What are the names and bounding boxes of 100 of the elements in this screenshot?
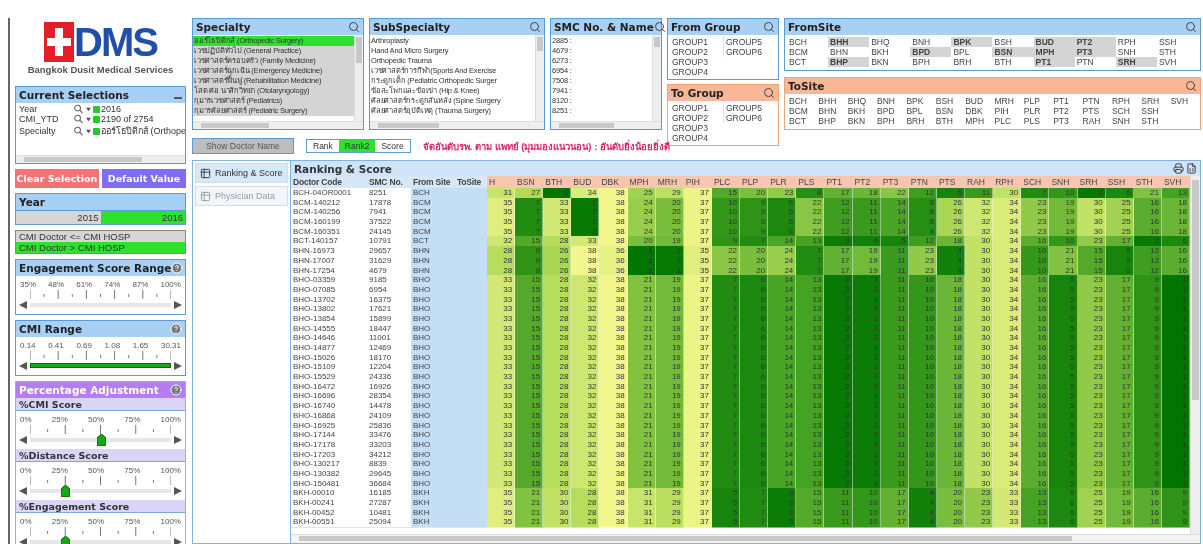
list-item[interactable]: BHH bbox=[816, 96, 846, 106]
search-icon[interactable] bbox=[653, 21, 666, 33]
list-item[interactable]: BHH bbox=[828, 37, 870, 47]
list-item[interactable]: GROUP6 bbox=[723, 113, 776, 123]
list-item[interactable]: GROUP5 bbox=[723, 103, 776, 113]
left-arrow-icon[interactable] bbox=[18, 361, 28, 371]
slider-thumb[interactable] bbox=[61, 485, 71, 497]
list-item[interactable]: PLR bbox=[1021, 106, 1052, 116]
list-item[interactable]: BTH bbox=[992, 57, 1034, 67]
search-icon[interactable] bbox=[1185, 80, 1197, 92]
list-item[interactable]: PT1 bbox=[1033, 57, 1075, 67]
show-doctor-name-button[interactable]: Show Doctor Name bbox=[192, 138, 294, 154]
list-item[interactable]: BUD bbox=[963, 96, 993, 106]
list-item[interactable]: GROUP1 bbox=[670, 37, 723, 47]
list-item[interactable]: PT2 bbox=[1051, 106, 1081, 116]
list-item[interactable]: BKH bbox=[869, 47, 911, 57]
list-item[interactable]: BKH bbox=[845, 106, 876, 116]
list-item[interactable]: SNH bbox=[1115, 47, 1157, 57]
list-item[interactable]: MPH bbox=[963, 116, 993, 126]
list-item[interactable]: PTN bbox=[1080, 96, 1110, 106]
list-item[interactable]: BSN bbox=[992, 47, 1034, 57]
search-icon[interactable] bbox=[348, 21, 360, 33]
list-item[interactable]: BPL bbox=[951, 47, 993, 57]
search-icon[interactable] bbox=[73, 104, 84, 114]
list-item[interactable]: SSH bbox=[1156, 37, 1198, 47]
list-item[interactable]: BCM bbox=[787, 106, 817, 116]
search-icon[interactable] bbox=[763, 21, 775, 33]
list-item[interactable]: BTH bbox=[933, 116, 964, 126]
scrollbar[interactable] bbox=[535, 35, 544, 121]
list-item[interactable]: BCT bbox=[787, 57, 829, 67]
right-arrow-icon[interactable] bbox=[173, 300, 183, 310]
left-arrow-icon[interactable] bbox=[18, 486, 28, 496]
list-item[interactable]: BCT bbox=[787, 116, 817, 126]
scrollbar[interactable] bbox=[652, 35, 661, 121]
list-item[interactable]: BCH bbox=[787, 96, 817, 106]
list-item[interactable]: BRH bbox=[904, 116, 934, 126]
slider-track[interactable] bbox=[30, 434, 171, 446]
view-mode-option[interactable]: Rank2 bbox=[338, 140, 376, 152]
list-item[interactable]: BPH bbox=[875, 116, 905, 126]
list-item[interactable]: PLS bbox=[1021, 116, 1052, 126]
list-item[interactable]: PT1 bbox=[1051, 96, 1081, 106]
list-item[interactable]: BUD bbox=[1033, 37, 1075, 47]
list-item[interactable]: PT3 bbox=[1051, 116, 1081, 126]
list-item[interactable]: BHP bbox=[828, 57, 870, 67]
list-item[interactable]: PLC bbox=[992, 116, 1022, 126]
list-item[interactable]: MPH bbox=[1033, 47, 1075, 57]
slider-thumb[interactable] bbox=[61, 536, 71, 544]
list-item[interactable]: STH bbox=[1156, 47, 1198, 57]
scrollbar[interactable] bbox=[370, 121, 544, 129]
list-item[interactable]: BNH bbox=[910, 37, 952, 47]
list-item[interactable]: SNH bbox=[1109, 116, 1140, 126]
list-item[interactable]: PLP bbox=[1021, 96, 1052, 106]
list-item[interactable]: DBK bbox=[963, 106, 993, 116]
list-item[interactable]: GROUP3 bbox=[670, 123, 723, 133]
list-item[interactable]: RAH bbox=[1080, 116, 1110, 126]
list-item[interactable]: PTN bbox=[1074, 57, 1116, 67]
search-icon[interactable] bbox=[529, 21, 541, 33]
list-item[interactable]: PIH bbox=[992, 106, 1022, 116]
list-item[interactable]: BPL bbox=[904, 106, 934, 116]
list-item[interactable]: SCH bbox=[1109, 106, 1140, 116]
help-icon[interactable] bbox=[171, 262, 184, 274]
left-arrow-icon[interactable] bbox=[18, 435, 28, 445]
list-item[interactable]: RPH bbox=[1115, 37, 1157, 47]
scrollbar[interactable] bbox=[354, 35, 363, 121]
list-item[interactable]: BPK bbox=[951, 37, 993, 47]
list-item[interactable]: BKN bbox=[845, 116, 876, 126]
list-item[interactable]: SVH bbox=[1168, 96, 1198, 106]
list-item[interactable]: BPH bbox=[910, 57, 952, 67]
scrollbar[interactable] bbox=[1190, 176, 1200, 534]
list-item[interactable]: GROUP3 bbox=[670, 57, 723, 67]
list-item[interactable]: BKN bbox=[869, 57, 911, 67]
right-arrow-icon[interactable] bbox=[173, 435, 183, 445]
search-icon[interactable] bbox=[73, 114, 84, 124]
list-item[interactable]: GROUP5 bbox=[723, 37, 776, 47]
list-item[interactable]: BHN bbox=[828, 47, 870, 57]
list-item[interactable]: BCH bbox=[787, 37, 829, 47]
list-item[interactable]: GROUP6 bbox=[723, 47, 776, 57]
list-item[interactable]: MRH bbox=[992, 96, 1022, 106]
list-item[interactable]: GROUP2 bbox=[670, 113, 723, 123]
list-item[interactable]: BHP bbox=[816, 116, 846, 126]
list-item[interactable]: CMI Doctor > CMI HOSP bbox=[16, 242, 185, 253]
list-item[interactable]: BCM bbox=[787, 47, 829, 57]
scrollbar[interactable] bbox=[551, 121, 661, 129]
scrollbar[interactable] bbox=[16, 155, 185, 163]
list-item[interactable]: PT3 bbox=[1074, 47, 1116, 57]
list-item[interactable]: GROUP1 bbox=[670, 103, 723, 113]
search-icon[interactable] bbox=[763, 87, 775, 99]
left-arrow-icon[interactable] bbox=[18, 537, 28, 544]
tab[interactable]: Ranking & Score bbox=[195, 163, 288, 183]
list-item[interactable]: STH bbox=[1139, 116, 1169, 126]
list-item[interactable]: SSH bbox=[1139, 106, 1169, 116]
list-item[interactable]: BSH bbox=[992, 37, 1034, 47]
help-icon[interactable] bbox=[170, 384, 182, 396]
slider-track[interactable] bbox=[30, 485, 171, 497]
default-button[interactable]: Default Value bbox=[102, 169, 186, 188]
list-item[interactable]: GROUP4 bbox=[670, 67, 723, 77]
list-item[interactable]: BSH bbox=[933, 96, 964, 106]
list-item[interactable]: SVH bbox=[1156, 57, 1198, 67]
left-arrow-icon[interactable] bbox=[18, 300, 28, 310]
help-icon[interactable] bbox=[170, 323, 182, 335]
